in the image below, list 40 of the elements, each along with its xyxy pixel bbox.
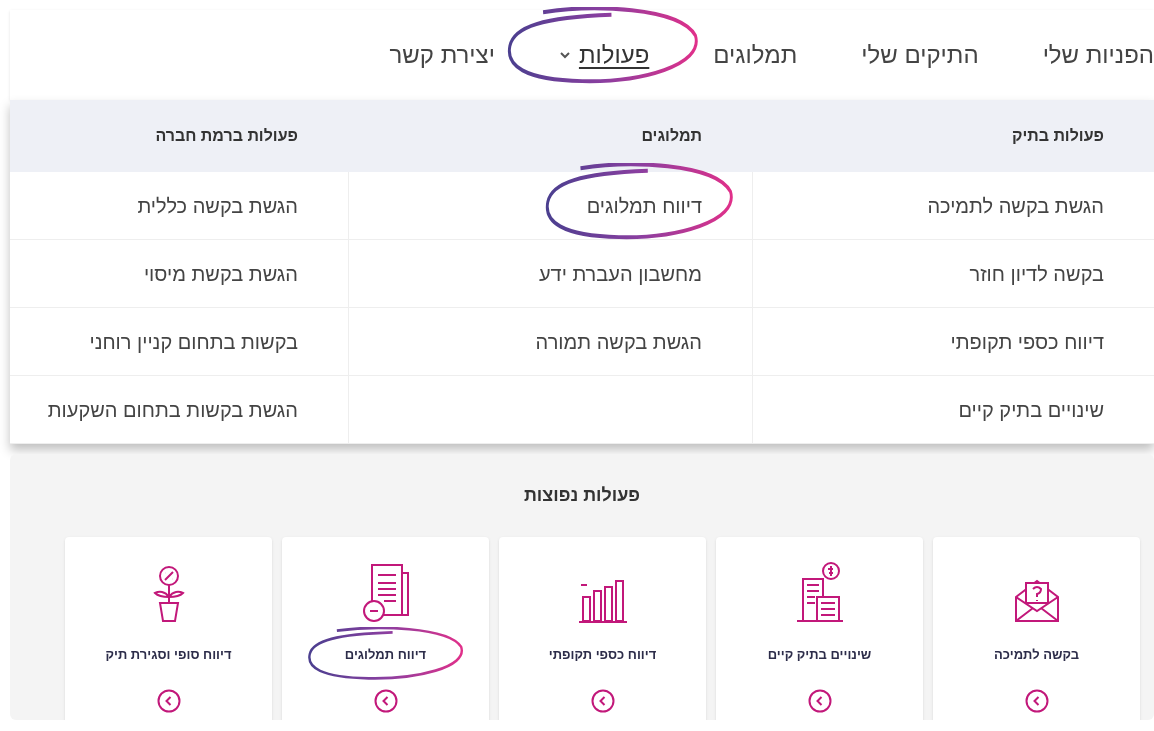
menu-link[interactable]: מחשבון העברת ידע — [538, 262, 702, 285]
card-label: בקשה לתמיכה — [994, 646, 1079, 665]
card-label: דיווח תמלוגים — [344, 646, 427, 665]
nav-link[interactable]: פעולות — [558, 37, 650, 73]
nav-link[interactable]: התיקים שלי — [861, 37, 979, 73]
section-title: פעולות נפוצות — [522, 484, 642, 507]
column-heading: פעולות בתיק — [1010, 126, 1105, 146]
chevron-circle-icon[interactable] — [156, 689, 181, 713]
nav-link[interactable]: תמלוגים — [713, 37, 798, 73]
action-card[interactable]: בקשה לתמיכה — [933, 537, 1140, 720]
nav-link[interactable]: יצירת קשר — [389, 37, 495, 73]
chevron-circle-icon[interactable] — [373, 689, 398, 713]
menu-link[interactable]: הגשת בקשה לתמיכה — [927, 194, 1104, 217]
card-label: דיווח כספי תקופתי — [548, 646, 657, 665]
chevron-circle-icon[interactable] — [590, 689, 615, 713]
potted-plant-percent-icon — [151, 565, 186, 623]
nav-link[interactable]: הפניות שלי — [1042, 37, 1154, 73]
column-heading: תמלוגים — [640, 126, 703, 146]
action-card[interactable]: דיווח תמלוגים — [282, 537, 489, 720]
menu-link[interactable]: הגשת בקשת מיסוי — [143, 262, 298, 285]
action-card[interactable]: שינויים בתיק קיים — [716, 537, 923, 720]
menu-link[interactable]: דיווח כספי תקופתי — [950, 330, 1104, 353]
chevron-circle-icon[interactable] — [1024, 689, 1049, 713]
bar-chart-icon — [576, 577, 629, 623]
menu-link[interactable]: שינויים בתיק קיים — [958, 398, 1104, 421]
menu-link[interactable]: בקשה לדיון חוזר — [969, 262, 1104, 285]
card-label: שינויים בתיק קיים — [767, 646, 872, 665]
menu-link[interactable]: הגשת בקשות בתחום השקעות — [47, 398, 298, 421]
action-card[interactable]: דיווח סופי וסגירת תיק — [65, 537, 272, 720]
envelope-question-icon — [1012, 577, 1061, 623]
action-card[interactable]: דיווח כספי תקופתי — [499, 537, 706, 720]
column-heading: פעולות ברמת חברה — [154, 126, 299, 146]
menu-link[interactable]: הגשת בקשה תמורה — [535, 330, 702, 353]
card-label: דיווח סופי וסגירת תיק — [105, 646, 232, 665]
menu-link[interactable]: הגשת בקשה כללית — [137, 194, 298, 217]
building-dollar-icon — [794, 561, 845, 623]
menu-link[interactable]: בקשות בתחום קניין רוחני — [89, 330, 298, 353]
chevron-down-icon — [558, 51, 571, 59]
chevron-circle-icon[interactable] — [807, 689, 832, 713]
menu-link[interactable]: דיווח תמלוגים — [586, 194, 702, 217]
